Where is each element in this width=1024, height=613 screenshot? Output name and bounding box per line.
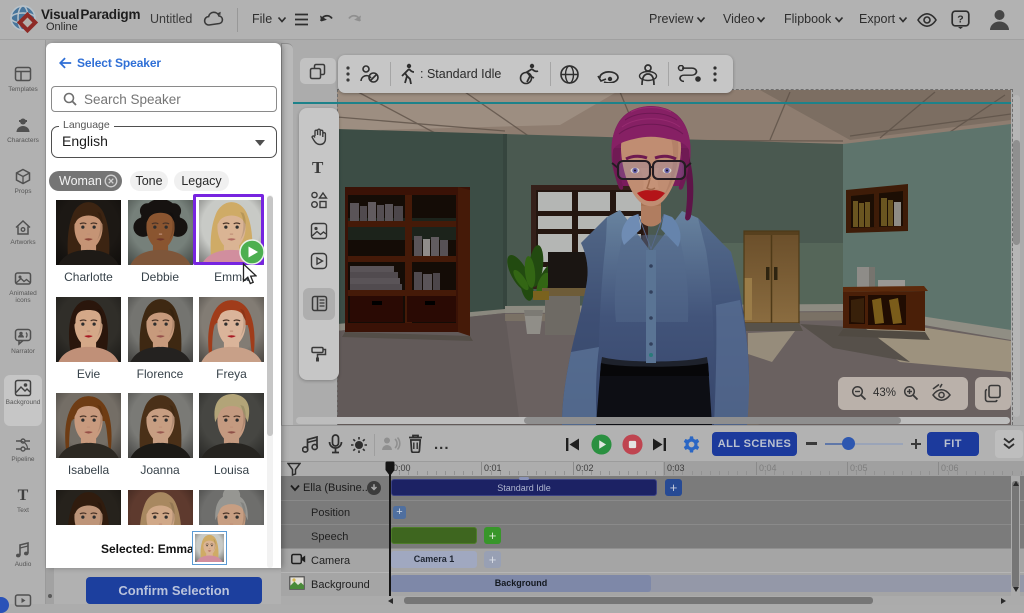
svg-text:?: ? [957,14,963,26]
